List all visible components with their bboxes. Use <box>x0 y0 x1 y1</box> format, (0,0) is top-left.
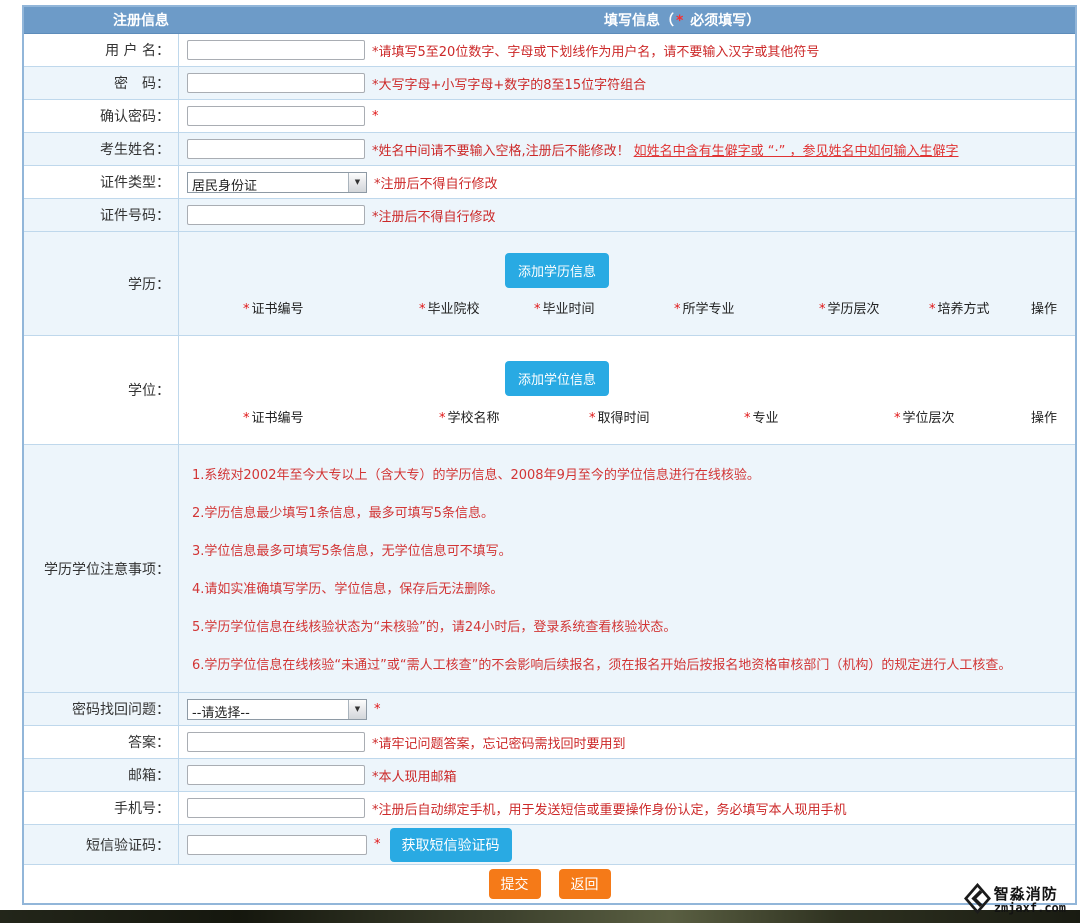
note-item-6: 6.学历学位信息在线核验“未通过”或“需人工核查”的不会影响后续报名，须在报名开… <box>192 647 1065 685</box>
id-number-label: 证件号码： <box>24 199 179 231</box>
notes-content: 1.系统对2002年至今大专以上（含大专）的学历信息、2008年9月至今的学位信… <box>179 445 1075 692</box>
password-label: 密 码： <box>24 67 179 99</box>
id-number-hint: *注册后不得自行修改 <box>372 206 496 225</box>
row-actions: 提交 返回 <box>24 865 1075 903</box>
confirm-password-required-star: * <box>372 109 379 124</box>
email-input[interactable] <box>187 765 365 785</box>
id-type-label: 证件类型： <box>24 166 179 198</box>
confirm-password-input[interactable] <box>187 106 365 126</box>
row-sms-code: 短信验证码： * 获取短信验证码 <box>24 825 1075 865</box>
answer-input[interactable] <box>187 732 365 752</box>
submit-button[interactable]: 提交 <box>489 869 541 899</box>
sms-code-required-star: * <box>374 837 381 852</box>
mobile-hint: *注册后自动绑定手机，用于发送短信或重要操作身份认定，务必填写本人现用手机 <box>372 799 847 818</box>
email-hint: *本人现用邮箱 <box>372 766 457 785</box>
education-col-major: *所学专业 <box>674 298 735 317</box>
note-item-5: 5.学历学位信息在线核验状态为“未核验”的，请24小时后，登录系统查看核验状态。 <box>192 609 1065 647</box>
header-right-prefix: 填写信息（ <box>604 13 674 29</box>
password-input[interactable] <box>187 73 365 93</box>
id-type-select[interactable]: 居民身份证 ▼ <box>187 172 367 193</box>
answer-label: 答案： <box>24 726 179 758</box>
row-username: 用 户 名： *请填写5至20位数字、字母或下划线作为用户名，请不要输入汉字或其… <box>24 34 1075 67</box>
row-education: 学历： 添加学历信息 *证书编号 *毕业院校 *毕业时间 *所学专业 *学历层次… <box>24 232 1075 336</box>
site-watermark: 智淼消防 zmjaxf.com <box>964 883 1066 918</box>
chevron-down-icon: ▼ <box>348 700 366 719</box>
id-number-input[interactable] <box>187 205 365 225</box>
degree-col-school-name: *学校名称 <box>439 407 500 426</box>
answer-hint: *请牢记问题答案，忘记密码需找回时要用到 <box>372 733 626 752</box>
note-item-2: 2.学历信息最少填写1条信息，最多可填写5条信息。 <box>192 495 1065 533</box>
education-col-level: *学历层次 <box>819 298 880 317</box>
required-star: * <box>674 13 685 29</box>
get-sms-code-button[interactable]: 获取短信验证码 <box>390 828 512 862</box>
education-columns-header: *证书编号 *毕业院校 *毕业时间 *所学专业 *学历层次 *培养方式 操作 <box>179 298 1075 316</box>
note-item-4: 4.请如实准确填写学历、学位信息，保存后无法删除。 <box>192 571 1065 609</box>
id-type-hint: *注册后不得自行修改 <box>374 173 498 192</box>
page-background-strip <box>0 910 1080 923</box>
note-item-1: 1.系统对2002年至今大专以上（含大专）的学历信息、2008年9月至今的学位信… <box>192 457 1065 495</box>
add-education-button[interactable]: 添加学历信息 <box>505 253 609 288</box>
security-question-required-star: * <box>374 702 381 717</box>
education-col-training-mode: *培养方式 <box>929 298 990 317</box>
confirm-password-label: 确认密码： <box>24 100 179 132</box>
degree-columns-header: *证书编号 *学校名称 *取得时间 *专业 *学位层次 操作 <box>179 407 1075 425</box>
degree-col-level: *学位层次 <box>894 407 955 426</box>
education-col-school: *毕业院校 <box>419 298 480 317</box>
degree-col-certificate-no: *证书编号 <box>243 407 304 426</box>
mobile-input[interactable] <box>187 798 365 818</box>
row-answer: 答案： *请牢记问题答案，忘记密码需找回时要用到 <box>24 726 1075 759</box>
username-input[interactable] <box>187 40 365 60</box>
security-question-selected-value: --请选择-- <box>188 700 348 719</box>
sms-code-label: 短信验证码： <box>24 825 179 864</box>
row-id-number: 证件号码： *注册后不得自行修改 <box>24 199 1075 232</box>
row-security-question: 密码找回问题： --请选择-- ▼ * <box>24 693 1075 726</box>
row-candidate-name: 考生姓名： *姓名中间请不要输入空格,注册后不能修改！ 如姓名中含有生僻字或 “… <box>24 133 1075 166</box>
security-question-label: 密码找回问题： <box>24 693 179 725</box>
row-id-type: 证件类型： 居民身份证 ▼ *注册后不得自行修改 <box>24 166 1075 199</box>
degree-col-major: *专业 <box>744 407 779 426</box>
row-confirm-password: 确认密码： * <box>24 100 1075 133</box>
header-left-title: 注册信息 <box>24 10 179 30</box>
candidate-name-hint: *姓名中间请不要输入空格,注册后不能修改！ <box>372 140 630 159</box>
degree-col-operation: 操作 <box>1029 407 1057 426</box>
degree-label: 学位： <box>24 336 179 444</box>
sms-code-input[interactable] <box>187 835 367 855</box>
zhimiao-logo-icon <box>964 883 991 918</box>
back-button[interactable]: 返回 <box>559 869 611 899</box>
row-degree: 学位： 添加学位信息 *证书编号 *学校名称 *取得时间 *专业 *学位层次 操… <box>24 336 1075 445</box>
header-right-title: 填写信息（* 必须填写） <box>179 10 1075 30</box>
table-header: 注册信息 填写信息（* 必须填写） <box>24 7 1075 34</box>
row-mobile: 手机号： *注册后自动绑定手机，用于发送短信或重要操作身份认定，务必填写本人现用… <box>24 792 1075 825</box>
degree-col-obtained-time: *取得时间 <box>589 407 650 426</box>
education-col-certificate-no: *证书编号 <box>243 298 304 317</box>
candidate-name-label: 考生姓名： <box>24 133 179 165</box>
registration-form: 注册信息 填写信息（* 必须填写） 用 户 名： *请填写5至20位数字、字母或… <box>22 5 1077 905</box>
username-label: 用 户 名： <box>24 34 179 66</box>
email-label: 邮箱： <box>24 759 179 791</box>
username-hint: *请填写5至20位数字、字母或下划线作为用户名，请不要输入汉字或其他符号 <box>372 41 819 60</box>
chevron-down-icon: ▼ <box>348 173 366 192</box>
watermark-site-url: zmjaxf.com <box>994 902 1066 915</box>
header-right-suffix: 必须填写） <box>685 13 760 29</box>
watermark-brand-name: 智淼消防 <box>994 886 1066 903</box>
row-email: 邮箱： *本人现用邮箱 <box>24 759 1075 792</box>
education-label: 学历： <box>24 232 179 335</box>
security-question-select[interactable]: --请选择-- ▼ <box>187 699 367 720</box>
add-degree-button[interactable]: 添加学位信息 <box>505 361 609 396</box>
rare-character-help-link[interactable]: 如姓名中含有生僻字或 “·” ，参见姓名中如何输入生僻字 <box>634 140 959 159</box>
education-col-graduation-time: *毕业时间 <box>534 298 595 317</box>
note-item-3: 3.学位信息最多可填写5条信息，无学位信息可不填写。 <box>192 533 1065 571</box>
row-notes: 学历学位注意事项： 1.系统对2002年至今大专以上（含大专）的学历信息、200… <box>24 445 1075 693</box>
candidate-name-input[interactable] <box>187 139 365 159</box>
mobile-label: 手机号： <box>24 792 179 824</box>
row-password: 密 码： *大写字母+小写字母+数字的8至15位字符组合 <box>24 67 1075 100</box>
education-col-operation: 操作 <box>1029 298 1057 317</box>
id-type-selected-value: 居民身份证 <box>188 173 348 192</box>
password-hint: *大写字母+小写字母+数字的8至15位字符组合 <box>372 74 646 93</box>
notes-label: 学历学位注意事项： <box>24 445 179 692</box>
